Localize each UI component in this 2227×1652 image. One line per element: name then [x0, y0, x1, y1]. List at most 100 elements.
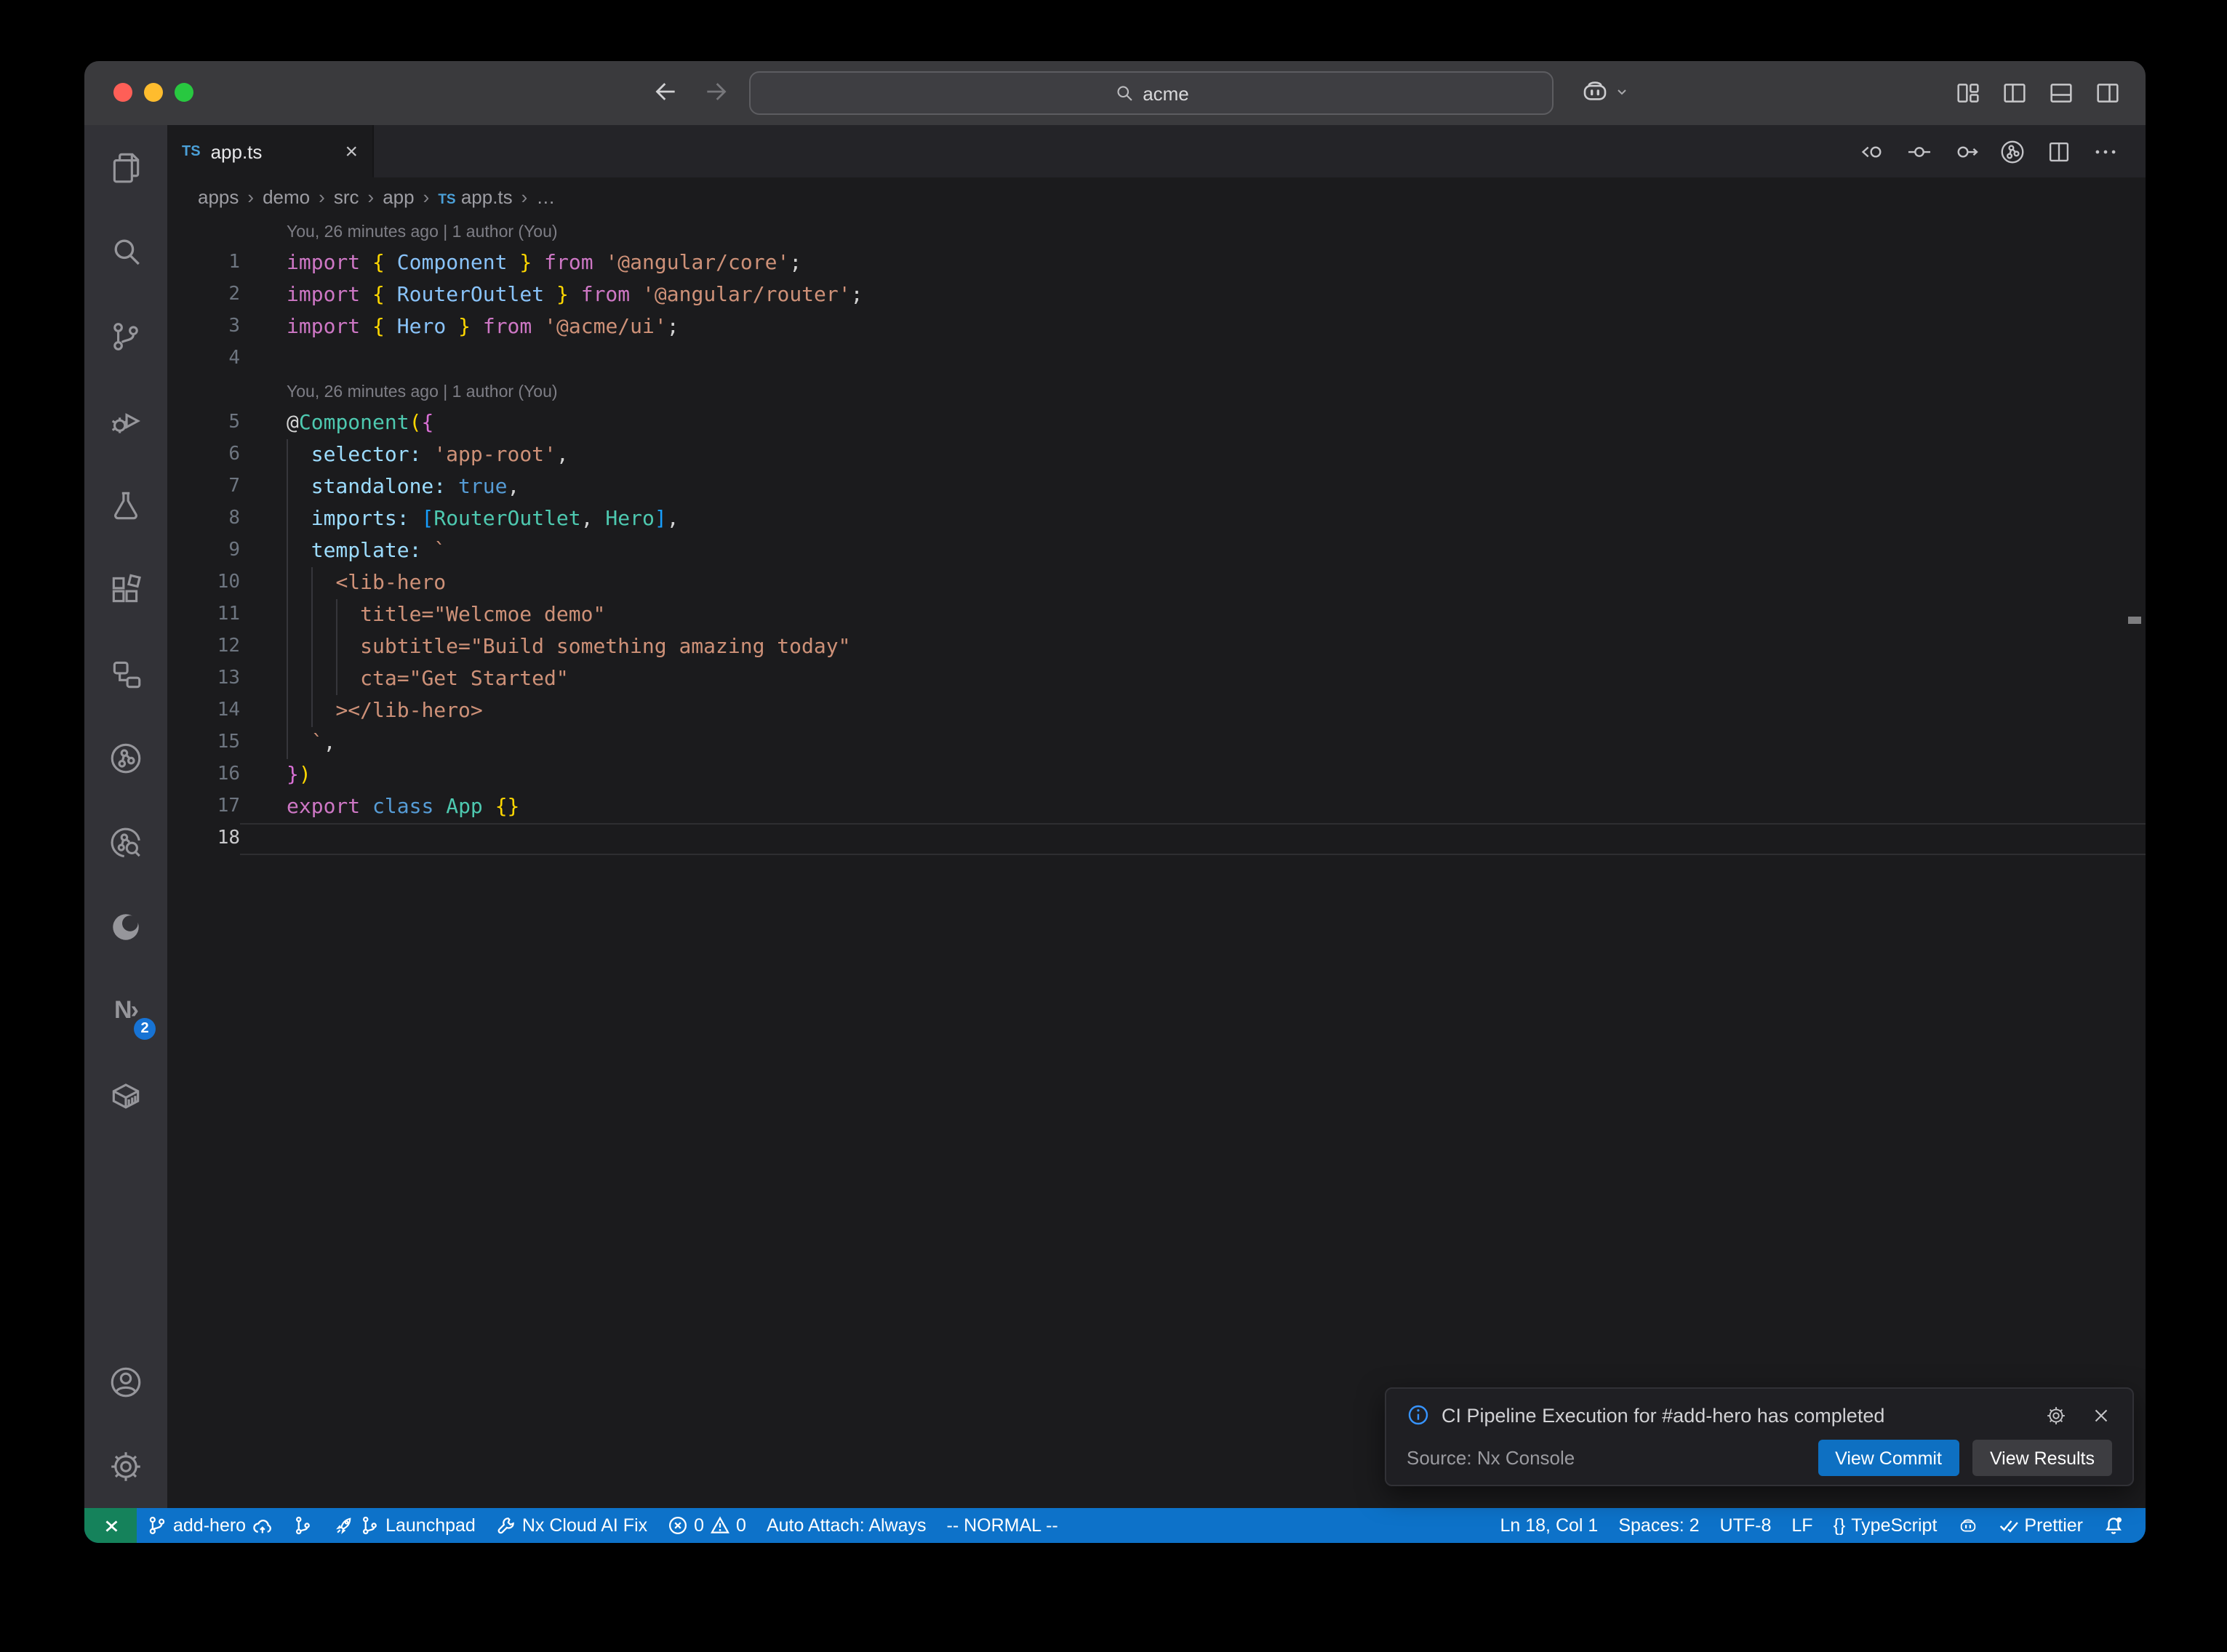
- code-line: 7 standalone: true,: [167, 471, 2146, 503]
- zoom-window-button[interactable]: [175, 83, 193, 102]
- toggle-primary-sidebar-icon[interactable]: [2000, 79, 2029, 108]
- breadcrumb-item[interactable]: app: [383, 185, 414, 207]
- code-text: `,: [240, 727, 2146, 759]
- nx-activity-item[interactable]: N›2: [84, 969, 167, 1053]
- remote-indicator[interactable]: [84, 1508, 137, 1543]
- settings-gear-activity-item[interactable]: [84, 1424, 167, 1508]
- search-activity-item[interactable]: [84, 209, 167, 294]
- blame-text: You, 26 minutes ago | 1 author (You): [240, 375, 2146, 407]
- nx-graph-action-icon[interactable]: [1999, 137, 2026, 165]
- run-debug-icon: [108, 402, 144, 438]
- command-center-search[interactable]: acme: [749, 71, 1554, 115]
- line-number: 14: [167, 695, 240, 727]
- tab-app-ts[interactable]: TS app.ts ×: [167, 125, 374, 177]
- code-text: title="Welcmoe demo": [240, 599, 2146, 631]
- view-results-button[interactable]: View Results: [1972, 1440, 2112, 1476]
- explorer-icon: [108, 149, 144, 185]
- copilot-status[interactable]: [1947, 1508, 1988, 1543]
- notification-source: Source: Nx Console: [1407, 1447, 1575, 1469]
- close-tab-icon[interactable]: ×: [345, 140, 358, 162]
- line-number: 6: [167, 439, 240, 471]
- testing-activity-item[interactable]: [84, 462, 167, 547]
- breadcrumb-item[interactable]: …: [536, 185, 555, 207]
- launchpad-status[interactable]: Launchpad: [323, 1508, 486, 1543]
- nx-cloud-ai-fix-status[interactable]: Nx Cloud AI Fix: [486, 1508, 657, 1543]
- code-line: 12 subtitle="Build something amazing tod…: [167, 631, 2146, 663]
- code-text: subtitle="Build something amazing today": [240, 631, 2146, 663]
- breadcrumb-item[interactable]: demo: [263, 185, 310, 207]
- toggle-panel-icon[interactable]: [2047, 79, 2076, 108]
- outgoing-changes-icon[interactable]: [1952, 137, 1980, 165]
- history-nav: [652, 77, 730, 106]
- nx-console-activity-item[interactable]: [84, 715, 167, 800]
- prettier-status[interactable]: Prettier: [1988, 1508, 2093, 1543]
- view-commit-button[interactable]: View Commit: [1818, 1440, 1959, 1476]
- notification-close-icon[interactable]: [2090, 1404, 2112, 1426]
- code-line: 2import { RouterOutlet } from '@angular/…: [167, 279, 2146, 311]
- nx-console-icon: [108, 739, 144, 776]
- belldot-icon: [2103, 1515, 2124, 1536]
- blame-text: You, 26 minutes ago | 1 author (You): [240, 215, 2146, 247]
- customize-layout-icon[interactable]: [1954, 79, 1983, 108]
- code-text: [240, 343, 2146, 375]
- code-line: 5@Component({: [167, 407, 2146, 439]
- status-bar: add-hero LaunchpadNx Cloud AI Fix00Auto A…: [84, 1508, 2146, 1543]
- previous-change-icon[interactable]: [1859, 137, 1887, 165]
- nx-project-view-activity-item[interactable]: [84, 631, 167, 715]
- notification-settings-gear-icon[interactable]: [2045, 1404, 2067, 1426]
- language-status[interactable]: {}TypeScript: [1823, 1508, 1948, 1543]
- explorer-activity-item[interactable]: [84, 125, 167, 209]
- account-activity-item[interactable]: [84, 1339, 167, 1424]
- code-text: import { RouterOutlet } from '@angular/r…: [240, 279, 2146, 311]
- source-control-activity-item[interactable]: [84, 294, 167, 378]
- split-editor-icon[interactable]: [2045, 137, 2073, 165]
- notifications-bell[interactable]: [2093, 1508, 2134, 1543]
- code-line: 18: [167, 823, 2146, 855]
- line-number: 4: [167, 343, 240, 375]
- line-number: 18: [167, 823, 240, 855]
- line-number: 3: [167, 311, 240, 343]
- more-actions-icon[interactable]: [2092, 137, 2119, 165]
- breadcrumb-item[interactable]: TS app.ts: [438, 185, 512, 207]
- code-text: <lib-hero: [240, 567, 2146, 599]
- scm-graph-status[interactable]: [282, 1508, 323, 1543]
- problems-status[interactable]: 00: [657, 1508, 756, 1543]
- code-line: 15 `,: [167, 727, 2146, 759]
- code-text: imports: [RouterOutlet, Hero],: [240, 503, 2146, 535]
- code-line: 9 template: `: [167, 535, 2146, 567]
- search-icon: [108, 233, 144, 270]
- encoding-status[interactable]: UTF-8: [1710, 1508, 1782, 1543]
- back-arrow-icon[interactable]: [652, 77, 681, 106]
- containers-activity-item[interactable]: [84, 1053, 167, 1137]
- forward-arrow-icon[interactable]: [701, 77, 730, 106]
- minimize-window-button[interactable]: [144, 83, 163, 102]
- indent-guide: [311, 631, 313, 663]
- breadcrumb-item[interactable]: apps: [198, 185, 239, 207]
- run-debug-activity-item[interactable]: [84, 378, 167, 462]
- extensions-icon: [108, 571, 144, 607]
- eol-status[interactable]: LF: [1781, 1508, 1823, 1543]
- commit-icon[interactable]: [1906, 137, 1933, 165]
- indent-guide: [311, 599, 313, 631]
- auto-attach-status[interactable]: Auto Attach: Always: [756, 1508, 937, 1543]
- breadcrumb-item[interactable]: src: [334, 185, 359, 207]
- breadcrumb-separator: ›: [520, 185, 529, 207]
- title-bar: acme: [84, 61, 2146, 125]
- nx-graph-activity-item[interactable]: [84, 800, 167, 884]
- nx-graph-icon: [108, 824, 144, 860]
- indentation-status[interactable]: Spaces: 2: [1608, 1508, 1709, 1543]
- git-branch-status[interactable]: add-hero: [137, 1508, 282, 1543]
- cursor-position-status[interactable]: Ln 18, Col 1: [1490, 1508, 1609, 1543]
- line-number: 11: [167, 599, 240, 631]
- edge-devtools-activity-item[interactable]: [84, 884, 167, 969]
- code-line: 6 selector: 'app-root',: [167, 439, 2146, 471]
- vim-mode-status[interactable]: -- NORMAL --: [937, 1508, 1068, 1543]
- indent-guide: [287, 631, 288, 663]
- code-editor[interactable]: You, 26 minutes ago | 1 author (You)1imp…: [167, 215, 2146, 1508]
- info-icon: [1407, 1403, 1430, 1427]
- extensions-activity-item[interactable]: [84, 547, 167, 631]
- close-window-button[interactable]: [113, 83, 132, 102]
- nx-icon: N›: [114, 996, 137, 1025]
- copilot-menu[interactable]: [1580, 76, 1631, 106]
- toggle-secondary-sidebar-icon[interactable]: [2093, 79, 2122, 108]
